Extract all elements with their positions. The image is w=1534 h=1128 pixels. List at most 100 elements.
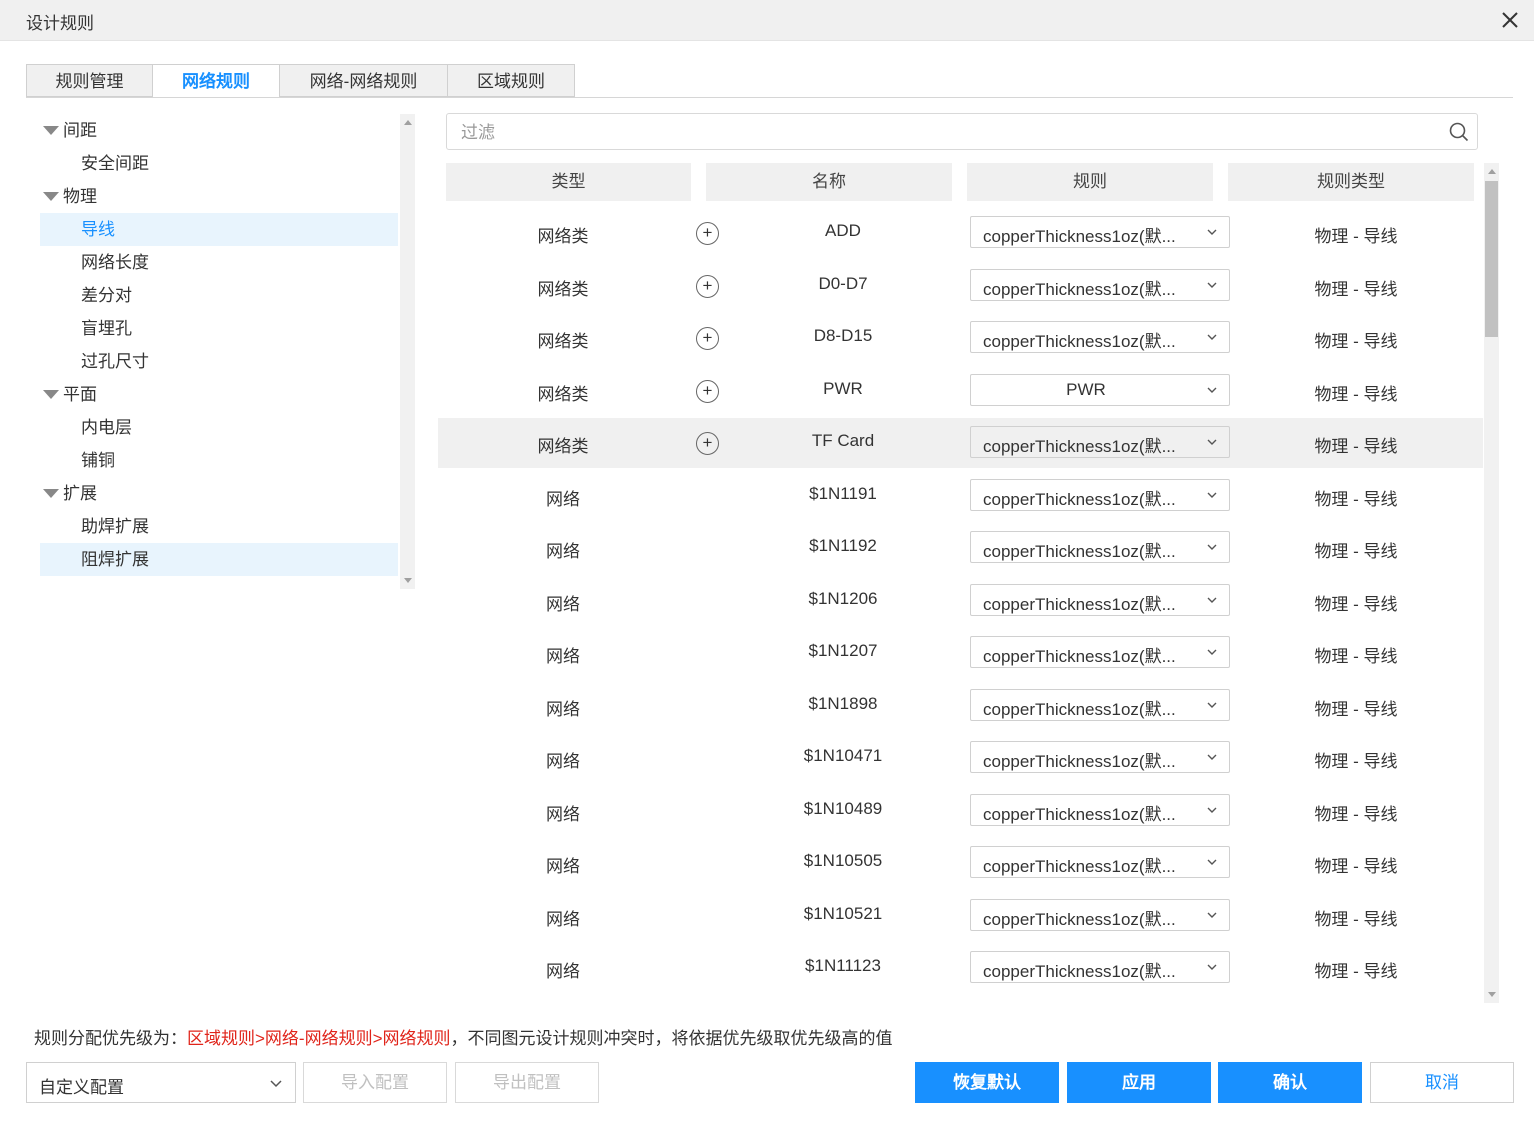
table-row[interactable]: 网络 $1N1898 copperThickness1oz(默... 物理 - 导线 [438,681,1483,731]
expand-plus-icon[interactable]: + [696,275,719,298]
cell-rule-type: 物理 - 导线 [1314,647,1398,666]
tab-net-to-net-rules[interactable]: 网络-网络规则 [279,64,448,97]
table-row[interactable]: 网络类 + D0-D7 copperThickness1oz(默... 物理 - 导线 [438,261,1483,311]
tree-item-label: 阻焊扩展 [81,550,149,569]
chevron-down-icon [1207,597,1217,603]
tree-item-solder-mask-expansion[interactable]: 阻焊扩展 [40,543,398,576]
tree-item-label: 平面 [63,385,97,404]
chevron-down-icon [1207,439,1217,445]
chevron-down-icon [1207,282,1217,288]
column-header-name[interactable]: 名称 [706,163,952,201]
search-icon[interactable] [1449,122,1469,142]
table-row[interactable]: 网络 $1N10521 copperThickness1oz(默... 物理 - 导线 [438,891,1483,941]
table-row[interactable]: 网络类 + TF Card copperThickness1oz(默... 物理 - 导… [438,418,1483,468]
rule-select[interactable]: copperThickness1oz(默... [970,584,1230,616]
tree-group-expansion[interactable]: 扩展 [40,477,398,510]
table-row[interactable]: 网络 $1N10471 copperThickness1oz(默... 物理 - 导线 [438,733,1483,783]
rule-select[interactable]: copperThickness1oz(默... [970,216,1230,248]
rule-select[interactable]: copperThickness1oz(默... [970,794,1230,826]
close-button[interactable] [1496,6,1524,34]
scroll-up-icon[interactable] [404,120,412,125]
scrollbar-thumb[interactable] [1485,181,1498,337]
import-config-button[interactable]: 导入配置 [303,1062,447,1103]
cell-type: 网络类 [537,437,589,456]
triangle-down-icon [43,390,59,399]
tree-item-inner-plane[interactable]: 内电层 [40,411,398,444]
title-bar: 设计规则 [0,0,1534,41]
scroll-down-icon[interactable] [1488,992,1496,997]
table-row[interactable]: 网络 $1N1192 copperThickness1oz(默... 物理 - 导线 [438,523,1483,573]
column-header-rule[interactable]: 规则 [967,163,1213,201]
tree-item-blind-buried-via[interactable]: 盲埋孔 [40,312,398,345]
cancel-button[interactable]: 取消 [1370,1062,1514,1103]
cell-name: $1N1206 [808,589,878,608]
tree-item-track[interactable]: 导线 [40,213,398,246]
filter-input[interactable] [459,118,1443,147]
table-row[interactable]: 网络类 + ADD copperThickness1oz(默... 物理 - 导线 [438,208,1483,258]
scroll-up-icon[interactable] [1488,169,1496,174]
tab-region-rules[interactable]: 区域规则 [447,64,575,97]
rule-select[interactable]: copperThickness1oz(默... [970,689,1230,721]
rule-select[interactable]: copperThickness1oz(默... [970,951,1230,983]
rule-select[interactable]: copperThickness1oz(默... [970,426,1230,458]
tree-item-label: 盲埋孔 [81,319,132,338]
table-row[interactable]: 网络类 + PWR PWR 物理 - 导线 [438,366,1483,416]
rule-select[interactable]: copperThickness1oz(默... [970,479,1230,511]
table-row[interactable]: 网络 $1N1207 copperThickness1oz(默... 物理 - 导线 [438,628,1483,678]
cell-name: D0-D7 [818,274,868,293]
tree-group-spacing[interactable]: 间距 [40,114,398,147]
table-row[interactable]: 网络 $1N1206 copperThickness1oz(默... 物理 - 导线 [438,576,1483,626]
tab-net-rules[interactable]: 网络规则 [152,64,280,98]
table-row[interactable]: 网络 $1N1191 copperThickness1oz(默... 物理 - 导线 [438,471,1483,521]
rule-select[interactable]: PWR [970,374,1230,406]
restore-default-button[interactable]: 恢复默认 [915,1062,1059,1103]
rule-select[interactable]: copperThickness1oz(默... [970,269,1230,301]
config-select-value: 自定义配置 [39,1078,124,1097]
config-select[interactable]: 自定义配置 [26,1062,296,1103]
cell-name: $1N10521 [803,904,883,923]
rule-select[interactable]: copperThickness1oz(默... [970,531,1230,563]
cell-type: 网络 [546,490,580,509]
cell-type: 网络 [546,805,580,824]
cell-type: 网络类 [537,385,589,404]
table-row[interactable]: 网络 $1N10505 copperThickness1oz(默... 物理 - 导线 [438,838,1483,888]
tree-item-diff-pair[interactable]: 差分对 [40,279,398,312]
chevron-down-icon [1207,859,1217,865]
rule-select-value: copperThickness1oz(默... [983,752,1176,771]
rule-select-value: copperThickness1oz(默... [983,490,1176,509]
rule-select[interactable]: copperThickness1oz(默... [970,636,1230,668]
column-header-type[interactable]: 类型 [446,163,691,201]
scroll-down-icon[interactable] [404,578,412,583]
confirm-button[interactable]: 确认 [1218,1062,1362,1103]
expand-plus-icon[interactable]: + [696,432,719,455]
table-row[interactable]: 网络 $1N11123 copperThickness1oz(默... 物理 - 导线 [438,943,1483,993]
apply-button[interactable]: 应用 [1067,1062,1211,1103]
expand-plus-icon[interactable]: + [696,327,719,350]
rule-select-value: copperThickness1oz(默... [983,647,1176,666]
table-row[interactable]: 网络类 + D8-D15 copperThickness1oz(默... 物理 - 导线 [438,313,1483,363]
rule-select[interactable]: copperThickness1oz(默... [970,846,1230,878]
chevron-down-icon [1207,702,1217,708]
tree-item-copper-pour[interactable]: 铺铜 [40,444,398,477]
cell-rule-type: 物理 - 导线 [1314,752,1398,771]
export-config-button[interactable]: 导出配置 [455,1062,599,1103]
tree-item-via-size[interactable]: 过孔尺寸 [40,345,398,378]
table-scrollbar[interactable] [1484,163,1499,1003]
cell-type: 网络类 [537,227,589,246]
tree-group-plane[interactable]: 平面 [40,378,398,411]
priority-note: 规则分配优先级为：区域规则>网络-网络规则>网络规则，不同图元设计规则冲突时，将… [34,1024,893,1049]
tab-rule-management[interactable]: 规则管理 [26,64,153,97]
tree-item-net-length[interactable]: 网络长度 [40,246,398,279]
triangle-down-icon [43,489,59,498]
priority-note-suffix: ，不同图元设计规则冲突时，将依据优先级取优先级高的值 [450,1029,893,1048]
table-row[interactable]: 网络 $1N10489 copperThickness1oz(默... 物理 - 导线 [438,786,1483,836]
rule-select[interactable]: copperThickness1oz(默... [970,899,1230,931]
tree-item-paste-expansion[interactable]: 助焊扩展 [40,510,398,543]
expand-plus-icon[interactable]: + [696,380,719,403]
cell-rule-type: 物理 - 导线 [1314,490,1398,509]
rule-select[interactable]: copperThickness1oz(默... [970,321,1230,353]
column-header-rule-type[interactable]: 规则类型 [1228,163,1474,201]
chevron-down-icon [1207,964,1217,970]
rule-select[interactable]: copperThickness1oz(默... [970,741,1230,773]
expand-plus-icon[interactable]: + [696,222,719,245]
